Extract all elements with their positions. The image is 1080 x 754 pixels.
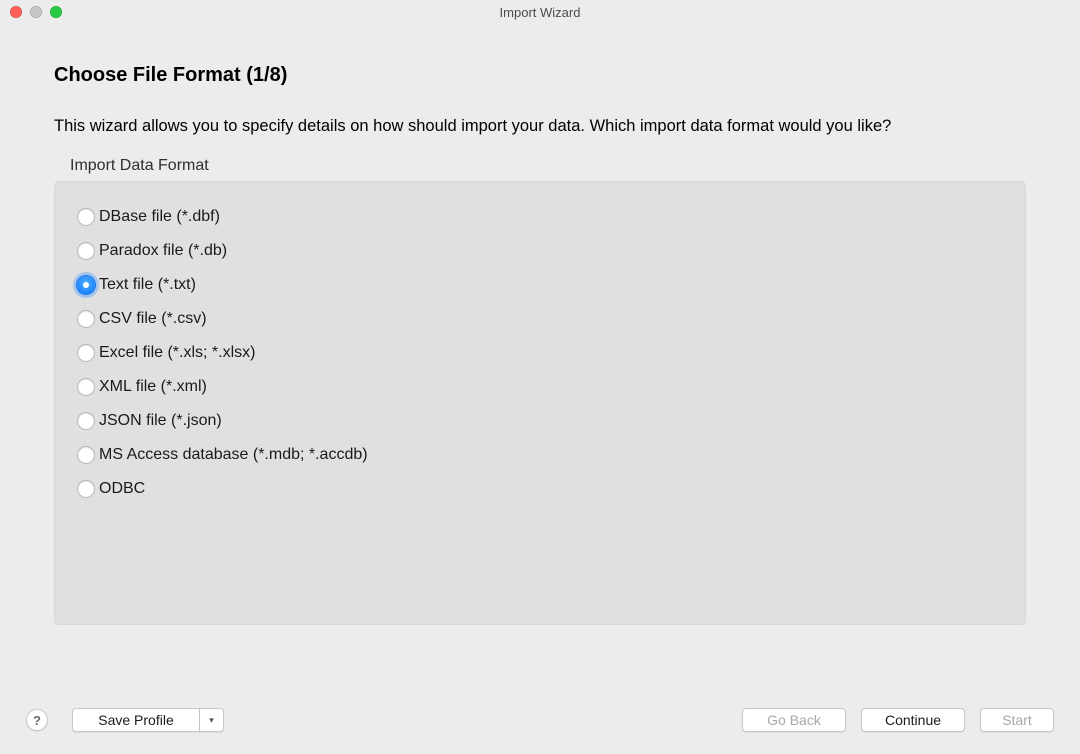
radio-label: Text file (*.txt) [99, 276, 196, 294]
page-intro-text: This wizard allows you to specify detail… [54, 115, 1026, 139]
radio-option-text[interactable]: Text file (*.txt) [77, 268, 1007, 302]
radio-option-msaccess[interactable]: MS Access database (*.mdb; *.accdb) [77, 438, 1007, 472]
radio-button-icon [77, 412, 95, 430]
radio-label: DBase file (*.dbf) [99, 208, 220, 226]
save-profile-label: Save Profile [98, 712, 173, 728]
page-title: Choose File Format (1/8) [54, 64, 1026, 87]
radio-option-dbase[interactable]: DBase file (*.dbf) [77, 200, 1007, 234]
format-panel: DBase file (*.dbf) Paradox file (*.db) T… [54, 181, 1026, 625]
help-icon: ? [33, 713, 41, 728]
radio-option-paradox[interactable]: Paradox file (*.db) [77, 234, 1007, 268]
window-titlebar: Import Wizard [0, 0, 1080, 24]
radio-label: Paradox file (*.db) [99, 242, 227, 260]
radio-option-excel[interactable]: Excel file (*.xls; *.xlsx) [77, 336, 1007, 370]
radio-button-icon [77, 378, 95, 396]
format-group-label: Import Data Format [70, 157, 1026, 175]
radio-button-icon [77, 480, 95, 498]
radio-option-json[interactable]: JSON file (*.json) [77, 404, 1007, 438]
save-profile-button[interactable]: Save Profile [72, 708, 200, 732]
radio-option-odbc[interactable]: ODBC [77, 472, 1007, 506]
radio-button-icon [77, 242, 95, 260]
start-button[interactable]: Start [980, 708, 1054, 732]
wizard-nav-buttons: Go Back Continue Start [742, 708, 1054, 732]
start-label: Start [1002, 712, 1032, 728]
radio-label: ODBC [99, 480, 145, 498]
go-back-button[interactable]: Go Back [742, 708, 846, 732]
radio-button-icon [77, 310, 95, 328]
radio-label: CSV file (*.csv) [99, 310, 207, 328]
continue-button[interactable]: Continue [861, 708, 965, 732]
go-back-label: Go Back [767, 712, 821, 728]
radio-button-icon [77, 276, 95, 294]
continue-label: Continue [885, 712, 941, 728]
window-title: Import Wizard [0, 5, 1080, 20]
radio-label: XML file (*.xml) [99, 378, 207, 396]
save-profile-split-button: Save Profile ▾ [72, 708, 224, 732]
wizard-footer: ? Save Profile ▾ Go Back Continue Start [0, 708, 1080, 732]
radio-button-icon [77, 208, 95, 226]
chevron-down-icon: ▾ [209, 715, 214, 726]
radio-button-icon [77, 446, 95, 464]
radio-label: Excel file (*.xls; *.xlsx) [99, 344, 255, 362]
radio-option-csv[interactable]: CSV file (*.csv) [77, 302, 1007, 336]
radio-label: JSON file (*.json) [99, 412, 222, 430]
radio-option-xml[interactable]: XML file (*.xml) [77, 370, 1007, 404]
help-button[interactable]: ? [26, 709, 48, 731]
save-profile-menu-button[interactable]: ▾ [200, 708, 224, 732]
radio-label: MS Access database (*.mdb; *.accdb) [99, 446, 368, 464]
wizard-content: Choose File Format (1/8) This wizard all… [0, 24, 1080, 625]
radio-button-icon [77, 344, 95, 362]
